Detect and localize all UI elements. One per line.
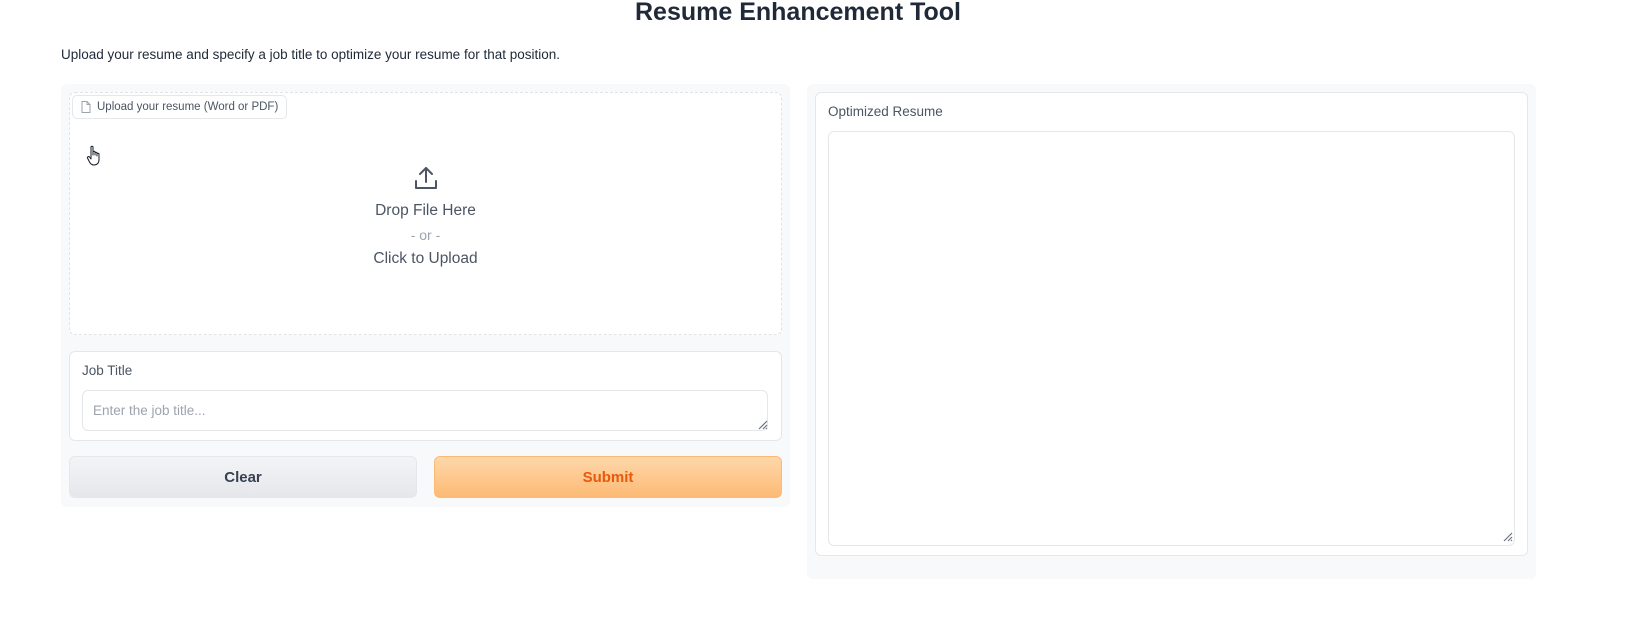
click-to-upload-text[interactable]: Click to Upload: [373, 247, 477, 271]
or-separator: - or -: [410, 227, 441, 243]
page-description: Upload your resume and specify a job tit…: [61, 47, 560, 62]
file-icon: [81, 101, 91, 113]
job-title-block: Job Title: [69, 351, 782, 441]
clear-button[interactable]: Clear: [69, 456, 417, 498]
submit-button[interactable]: Submit: [434, 456, 782, 498]
upload-prompt[interactable]: Drop File Here - or - Click to Upload: [70, 165, 781, 271]
resize-handle-icon[interactable]: [756, 418, 768, 430]
drop-file-text: Drop File Here: [375, 202, 476, 219]
upload-icon: [414, 167, 437, 189]
job-title-label: Job Title: [82, 363, 133, 378]
upload-label-text: Upload your resume (Word or PDF): [97, 101, 279, 113]
upload-label-badge: Upload your resume (Word or PDF): [72, 95, 288, 119]
resize-handle-icon[interactable]: [1501, 530, 1513, 542]
file-upload-dropzone[interactable]: Upload your resume (Word or PDF) Drop Fi…: [69, 92, 782, 335]
output-panel: Optimized Resume: [807, 84, 1536, 579]
job-title-input[interactable]: [82, 390, 768, 431]
optimized-resume-label: Optimized Resume: [828, 104, 943, 119]
page-title: Resume Enhancement Tool: [635, 0, 961, 26]
optimized-resume-block: Optimized Resume: [815, 92, 1528, 556]
hand-cursor-icon: [86, 145, 100, 166]
input-panel: Upload your resume (Word or PDF) Drop Fi…: [61, 84, 790, 507]
optimized-resume-output[interactable]: [828, 131, 1515, 546]
